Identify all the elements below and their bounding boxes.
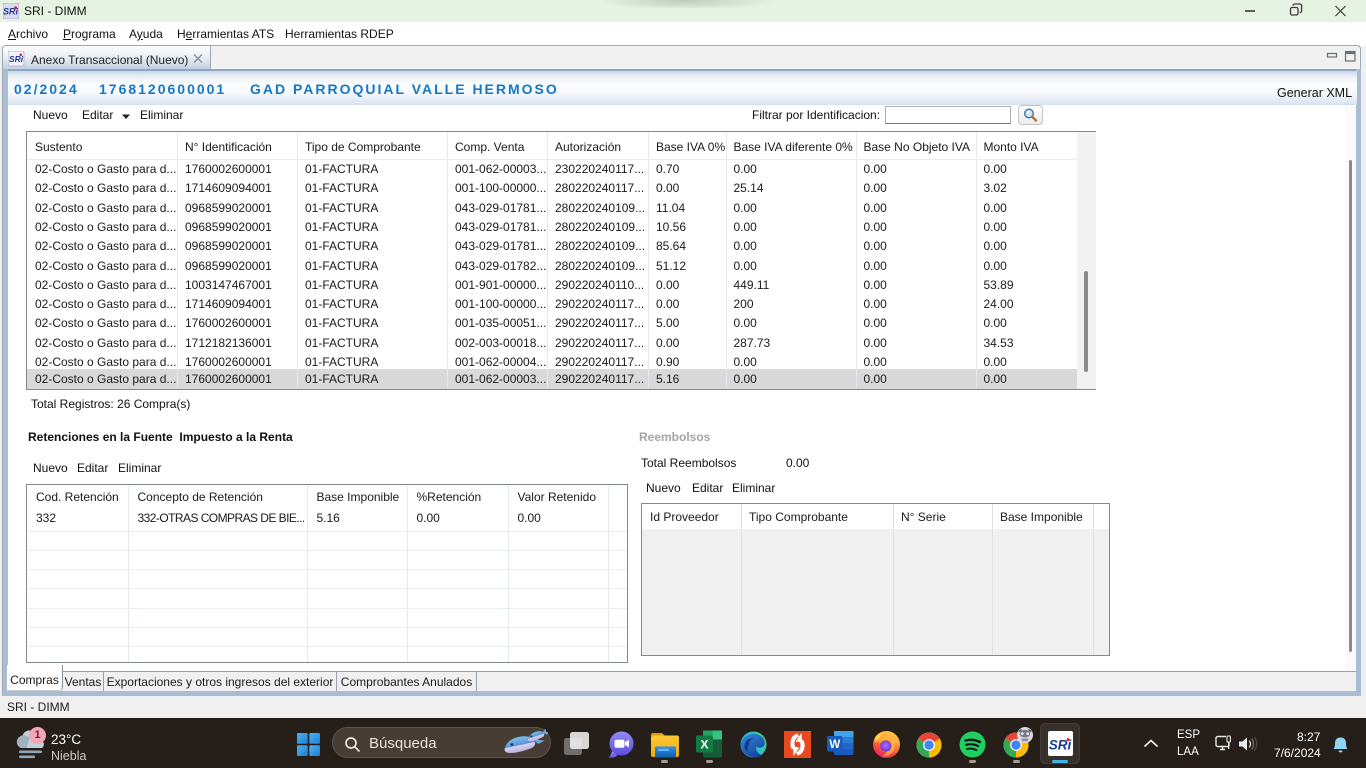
svg-text:W: W [829, 739, 840, 751]
svg-text:Búsqueda: Búsqueda [369, 735, 437, 752]
svg-text:X: X [700, 738, 708, 752]
